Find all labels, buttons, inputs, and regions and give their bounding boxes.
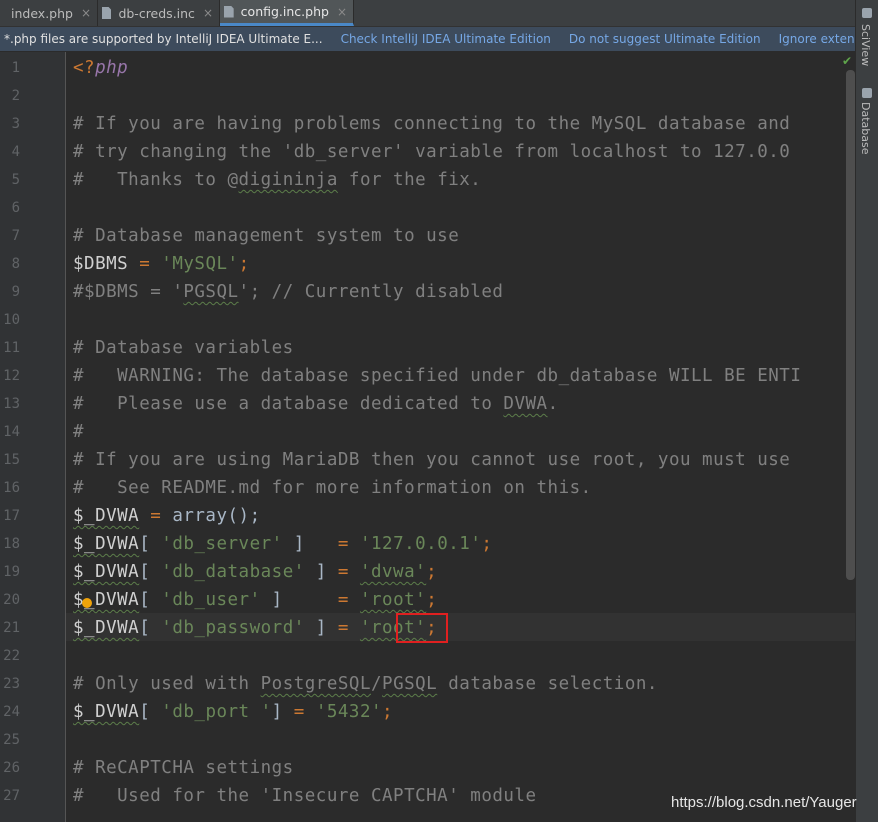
line-number: 14 <box>3 424 20 440</box>
line-number: 1 <box>11 60 20 76</box>
watermark: https://blog.csdn.net/Yauger <box>671 794 857 811</box>
code-line: # If you are having problems connecting … <box>73 114 791 134</box>
code-line: # Used for the 'Insecure CAPTCHA' module <box>73 786 537 806</box>
line-number-gutter: 1 2 3 4 5 6 7 8 9 10 11 12 13 14 15 16 1… <box>0 52 66 822</box>
database-icon <box>862 88 872 98</box>
line-number: 4 <box>11 144 20 160</box>
line-number: 6 <box>11 200 20 216</box>
code-line: # Only used with PostgreSQL/PGSQL databa… <box>73 674 658 694</box>
line-number: 7 <box>11 228 20 244</box>
code-line: #$DBMS = 'PGSQL'; // Currently disabled <box>73 282 504 302</box>
close-icon[interactable]: × <box>203 6 213 20</box>
sciview-icon <box>862 8 872 18</box>
annotation-highlight-box <box>396 613 448 643</box>
tab-index-php[interactable]: index.php × <box>0 0 98 26</box>
tab-label: config.inc.php <box>240 4 329 19</box>
line-number: 16 <box>3 480 20 496</box>
close-icon[interactable]: × <box>81 6 91 20</box>
code-line: # try changing the 'db_server' variable … <box>73 142 791 162</box>
code-line: # ReCAPTCHA settings <box>73 758 294 778</box>
line-number: 12 <box>3 368 20 384</box>
sciview-tab[interactable]: SciView <box>859 24 872 66</box>
line-number: 5 <box>11 172 20 188</box>
php-file-icon <box>224 5 234 18</box>
line-number: 26 <box>3 760 20 776</box>
check-ultimate-link[interactable]: Check IntelliJ IDEA Ultimate Edition <box>341 32 551 46</box>
line-number: 13 <box>3 396 20 412</box>
code-line: # Database management system to use <box>73 226 460 246</box>
line-number: 19 <box>3 564 20 580</box>
line-number: 27 <box>3 788 20 804</box>
line-number: 11 <box>3 340 20 356</box>
line-number: 17 <box>3 508 20 524</box>
code-line: $_DVWA = array(); <box>73 506 261 526</box>
code-line: # See README.md for more information on … <box>73 478 592 498</box>
tab-label: db-creds.inc <box>118 5 195 21</box>
close-icon[interactable]: × <box>337 5 347 19</box>
editor-tab-bar: index.php × db-creds.inc × config.inc.ph… <box>0 0 855 27</box>
code-line: # Database variables <box>73 338 294 358</box>
code-line-current: $_DVWA[ 'db_password' ] = 'root'; <box>73 618 438 638</box>
database-tab[interactable]: Database <box>859 102 872 155</box>
line-number: 24 <box>3 704 20 720</box>
ignore-extension-link[interactable]: Ignore extension <box>779 32 855 46</box>
line-number: 15 <box>3 452 20 468</box>
tab-db-creds[interactable]: db-creds.inc × <box>98 0 220 26</box>
code-line: $DBMS = 'MySQL'; <box>73 254 250 274</box>
code-line: $_DVWA[ 'db_user' ] = 'root'; <box>73 590 438 610</box>
plugin-suggestion-banner: *.php files are supported by IntelliJ ID… <box>0 27 855 51</box>
inspection-ok-icon[interactable]: ✔ <box>842 54 852 68</box>
line-number: 3 <box>11 116 20 132</box>
code-line: # WARNING: The database specified under … <box>73 366 802 386</box>
code-line: <?php <box>73 58 129 78</box>
line-number: 22 <box>3 648 20 664</box>
tab-config-inc-php[interactable]: config.inc.php × <box>220 0 354 26</box>
code-line: # Please use a database dedicated to DVW… <box>73 394 559 414</box>
code-line: # If you are using MariaDB then you cann… <box>73 450 791 470</box>
line-number: 23 <box>3 676 20 692</box>
right-tool-strip: SciView Database <box>855 0 878 822</box>
tab-label: index.php <box>11 5 73 21</box>
line-number: 20 <box>3 592 20 608</box>
line-number: 8 <box>11 256 20 272</box>
line-number: 9 <box>11 284 20 300</box>
line-number: 2 <box>11 88 20 104</box>
code-editor[interactable]: <?php # If you are having problems conne… <box>66 52 855 822</box>
code-line: # Thanks to @digininja for the fix. <box>73 170 482 190</box>
code-line: $_DVWA[ 'db_database' ] = 'dvwa'; <box>73 562 438 582</box>
code-line: $_DVWA[ 'db_port '] = '5432'; <box>73 702 394 722</box>
vertical-scrollbar[interactable] <box>846 70 855 580</box>
do-not-suggest-link[interactable]: Do not suggest Ultimate Edition <box>569 32 761 46</box>
code-line: $_DVWA[ 'db_server' ] = '127.0.0.1'; <box>73 534 493 554</box>
line-number: 25 <box>3 732 20 748</box>
intention-bulb-icon[interactable] <box>82 598 92 608</box>
line-number: 18 <box>3 536 20 552</box>
file-icon <box>102 7 112 19</box>
line-number: 10 <box>3 312 20 328</box>
code-line: # <box>73 422 85 442</box>
line-number: 21 <box>3 620 20 636</box>
banner-message: *.php files are supported by IntelliJ ID… <box>4 32 323 46</box>
